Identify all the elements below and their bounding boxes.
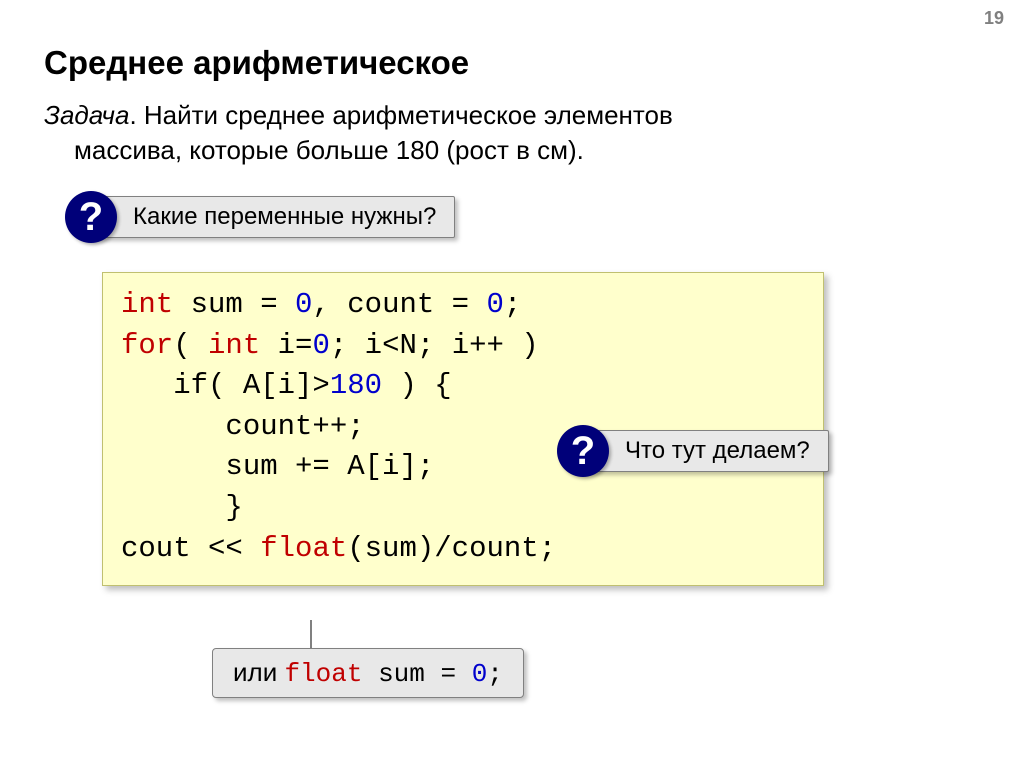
problem-label: Задача bbox=[44, 100, 129, 130]
callout3-code: sum = bbox=[362, 659, 471, 689]
kw-int: int bbox=[121, 288, 173, 321]
kw-float-2: float bbox=[284, 659, 362, 689]
callout-alt: или float sum = 0; bbox=[212, 648, 524, 698]
code-l5: sum += A[i]; bbox=[121, 450, 434, 483]
code-l3a: if( A[i]> bbox=[121, 369, 330, 402]
problem-line1: Найти среднее арифметическое элементов bbox=[144, 100, 673, 130]
code-l3c: ) { bbox=[382, 369, 452, 402]
code-l3b: 180 bbox=[330, 369, 382, 402]
code-l4: count++; bbox=[121, 410, 365, 443]
callout3-prefix: или bbox=[233, 657, 284, 687]
kw-float: float bbox=[260, 532, 347, 565]
kw-for: for bbox=[121, 329, 173, 362]
code-l1a: sum = bbox=[173, 288, 295, 321]
callout3-semi: ; bbox=[487, 659, 503, 689]
code-l7a: cout << bbox=[121, 532, 260, 565]
problem-line2: массива, которые больше 180 (рост в см). bbox=[74, 135, 584, 165]
code-l6: } bbox=[121, 491, 243, 524]
code-l1b: 0 bbox=[295, 288, 312, 321]
problem-sep: . bbox=[129, 100, 143, 130]
callout2-text: Что тут делаем? bbox=[625, 437, 810, 465]
callout3-zero: 0 bbox=[472, 659, 488, 689]
problem-text: Задача. Найти среднее арифметическое эле… bbox=[44, 98, 804, 168]
question-icon: ? bbox=[65, 191, 117, 243]
code-l2d: ; i<N; i++ ) bbox=[330, 329, 539, 362]
connector-line bbox=[310, 620, 312, 650]
code-l7b: (sum)/count; bbox=[347, 532, 556, 565]
slide-title: Среднее арифметическое bbox=[44, 44, 469, 82]
code-l1e: ; bbox=[504, 288, 521, 321]
callout1-text: Какие переменные нужны? bbox=[133, 203, 436, 231]
callout-doing: ? Что тут делаем? bbox=[578, 430, 829, 472]
callout-variables: ? Какие переменные нужны? bbox=[86, 196, 455, 238]
page-number: 19 bbox=[984, 8, 1004, 29]
code-l2c: 0 bbox=[312, 329, 329, 362]
code-l1d: 0 bbox=[486, 288, 503, 321]
code-l2b: i= bbox=[260, 329, 312, 362]
code-l1c: , count = bbox=[312, 288, 486, 321]
code-l2a: ( bbox=[173, 329, 208, 362]
question-icon-2: ? bbox=[557, 425, 609, 477]
kw-int-2: int bbox=[208, 329, 260, 362]
